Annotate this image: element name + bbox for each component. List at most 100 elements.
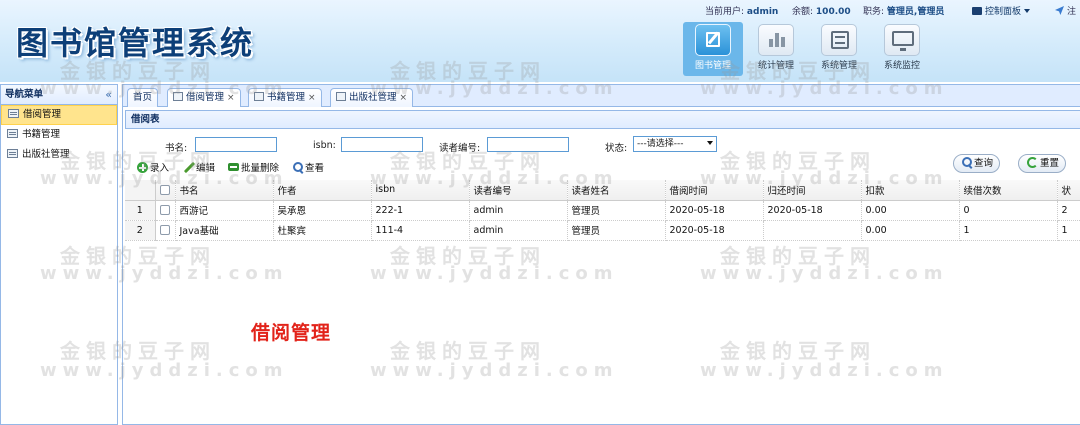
monitor-icon bbox=[892, 31, 914, 51]
table-cell: 杜聚宾 bbox=[273, 220, 372, 241]
column-header[interactable]: isbn bbox=[371, 180, 470, 201]
table-cell: 2020-05-18 bbox=[763, 200, 862, 221]
balance-value: 100.00 bbox=[815, 7, 851, 17]
add-icon bbox=[137, 162, 148, 173]
sidebar-header: 导航菜单 « bbox=[1, 85, 117, 105]
row-number: 2 bbox=[125, 220, 156, 241]
select-all-checkbox[interactable] bbox=[155, 180, 176, 201]
document-icon bbox=[7, 149, 18, 158]
book-name-label: 书名: bbox=[165, 143, 188, 154]
borrow-table-panel: 借阅表 书名: isbn: 读者编号: 状态: ---请选择--- 录入 编辑 … bbox=[125, 110, 1080, 424]
document-icon bbox=[7, 129, 18, 138]
navigation-sidebar: 导航菜单 « 借阅管理 书籍管理 出版社管理 bbox=[0, 84, 118, 425]
tab-bar: 首页 借阅管理 × 书籍管理 × 出版社管理 × bbox=[123, 85, 1080, 107]
batch-delete-button[interactable]: 批量删除 bbox=[228, 160, 279, 174]
table-header-row: 书名 作者 isbn 读者编号 读者姓名 借阅时间 归还时间 扣款 续借次数 状 bbox=[125, 180, 1080, 201]
chevron-down-icon bbox=[1024, 9, 1031, 13]
view-button[interactable]: 查看 bbox=[293, 160, 324, 174]
add-button[interactable]: 录入 bbox=[137, 160, 169, 174]
checkbox[interactable] bbox=[160, 205, 170, 215]
column-header[interactable]: 书名 bbox=[175, 180, 274, 201]
status-select-value: ---请选择--- bbox=[637, 139, 684, 149]
isbn-input[interactable] bbox=[341, 137, 423, 152]
close-icon[interactable]: × bbox=[227, 93, 235, 103]
panel-title: 借阅表 bbox=[125, 110, 1080, 129]
checkbox[interactable] bbox=[160, 184, 170, 195]
column-header[interactable]: 状 bbox=[1057, 180, 1080, 201]
column-header[interactable]: 借阅时间 bbox=[665, 180, 764, 201]
sidebar-item-publisher-management[interactable]: 出版社管理 bbox=[1, 145, 117, 165]
add-label: 录入 bbox=[150, 163, 170, 174]
reader-id-label: 读者编号: bbox=[439, 143, 481, 154]
column-header[interactable]: 读者编号 bbox=[469, 180, 568, 201]
table-cell: 111-4 bbox=[371, 220, 470, 241]
book-name-input[interactable] bbox=[195, 137, 277, 152]
column-header[interactable]: 续借次数 bbox=[959, 180, 1058, 201]
table-cell: 吴承恩 bbox=[273, 200, 372, 221]
module-statistics[interactable]: 统计管理 bbox=[746, 22, 806, 76]
edit-button[interactable]: 编辑 bbox=[183, 160, 215, 174]
module-system-management[interactable]: 系统管理 bbox=[809, 22, 869, 76]
module-book-management[interactable]: 图书管理 bbox=[683, 22, 743, 76]
module-system-monitor[interactable]: 系统监控 bbox=[872, 22, 932, 76]
module-label: 统计管理 bbox=[757, 61, 794, 71]
role-value: 管理员,管理员 bbox=[886, 7, 945, 17]
row-number-header bbox=[125, 180, 156, 201]
tab-label: 借阅管理 bbox=[186, 92, 225, 103]
query-label: 查询 bbox=[974, 158, 994, 169]
table-row[interactable]: 1 西游记 吴承恩 222-1 admin 管理员 2020-05-18 202… bbox=[125, 200, 1080, 221]
reset-button[interactable]: 重置 bbox=[1018, 154, 1067, 173]
table-cell: admin bbox=[469, 200, 568, 221]
logout-label: 注 bbox=[1067, 7, 1077, 17]
table-cell: 2 bbox=[1057, 200, 1080, 221]
table-row[interactable]: 2 Java基础 杜聚宾 111-4 admin 管理员 2020-05-18 … bbox=[125, 220, 1080, 241]
close-icon[interactable]: × bbox=[308, 93, 316, 103]
tab-borrow-management[interactable]: 借阅管理 × bbox=[167, 88, 241, 107]
table-cell: 2020-05-18 bbox=[665, 200, 764, 221]
query-button[interactable]: 查询 bbox=[953, 154, 1001, 173]
row-checkbox-cell[interactable] bbox=[155, 220, 176, 241]
table-cell bbox=[763, 220, 862, 241]
table-cell: admin bbox=[469, 220, 568, 241]
reader-id-input[interactable] bbox=[487, 137, 569, 152]
batch-delete-label: 批量删除 bbox=[241, 163, 280, 174]
monitor-icon bbox=[972, 7, 982, 15]
app-header: 图书馆管理系统 当前用户: admin 余额: 100.00 职务: 管理员,管… bbox=[0, 0, 1080, 82]
tab-home[interactable]: 首页 bbox=[127, 88, 159, 107]
tab-label: 出版社管理 bbox=[349, 92, 397, 103]
settings-panel-icon bbox=[831, 31, 849, 49]
document-icon bbox=[254, 92, 264, 101]
chevron-down-icon bbox=[707, 141, 713, 145]
table-cell: 0.00 bbox=[861, 200, 960, 221]
control-panel-menu[interactable]: 控制面板 bbox=[972, 4, 1031, 17]
column-header[interactable]: 扣款 bbox=[861, 180, 960, 201]
table-cell: 1 bbox=[959, 220, 1058, 241]
pencil-icon bbox=[183, 162, 194, 173]
bar-chart-icon bbox=[758, 24, 794, 56]
module-label: 系统管理 bbox=[820, 61, 857, 71]
checkbox[interactable] bbox=[160, 225, 170, 235]
logout-link[interactable]: 注 bbox=[1055, 4, 1076, 17]
module-label: 图书管理 bbox=[694, 61, 731, 71]
search-form: 书名: isbn: 读者编号: 状态: ---请选择--- bbox=[125, 136, 1080, 156]
status-select[interactable]: ---请选择--- bbox=[633, 136, 717, 152]
sidebar-item-label: 借阅管理 bbox=[23, 109, 62, 120]
tab-book-management[interactable]: 书籍管理 × bbox=[248, 88, 322, 107]
control-panel-label: 控制面板 bbox=[985, 7, 1022, 17]
current-user-value: admin bbox=[746, 7, 779, 17]
column-header[interactable]: 作者 bbox=[273, 180, 372, 201]
column-header[interactable]: 归还时间 bbox=[763, 180, 862, 201]
overlay-caption: 借阅管理 bbox=[251, 322, 332, 344]
document-icon bbox=[173, 92, 183, 101]
table-cell: 管理员 bbox=[567, 220, 666, 241]
table-cell: 0 bbox=[959, 200, 1058, 221]
tab-publisher-management[interactable]: 出版社管理 × bbox=[330, 88, 414, 107]
sidebar-title: 导航菜单 bbox=[5, 89, 44, 100]
collapse-sidebar-icon[interactable]: « bbox=[105, 85, 112, 104]
sidebar-item-borrow-management[interactable]: 借阅管理 bbox=[1, 105, 117, 125]
column-header[interactable]: 读者姓名 bbox=[567, 180, 666, 201]
close-icon[interactable]: × bbox=[400, 93, 408, 103]
document-icon bbox=[8, 109, 19, 118]
row-checkbox-cell[interactable] bbox=[155, 200, 176, 221]
sidebar-item-book-management[interactable]: 书籍管理 bbox=[1, 125, 117, 145]
